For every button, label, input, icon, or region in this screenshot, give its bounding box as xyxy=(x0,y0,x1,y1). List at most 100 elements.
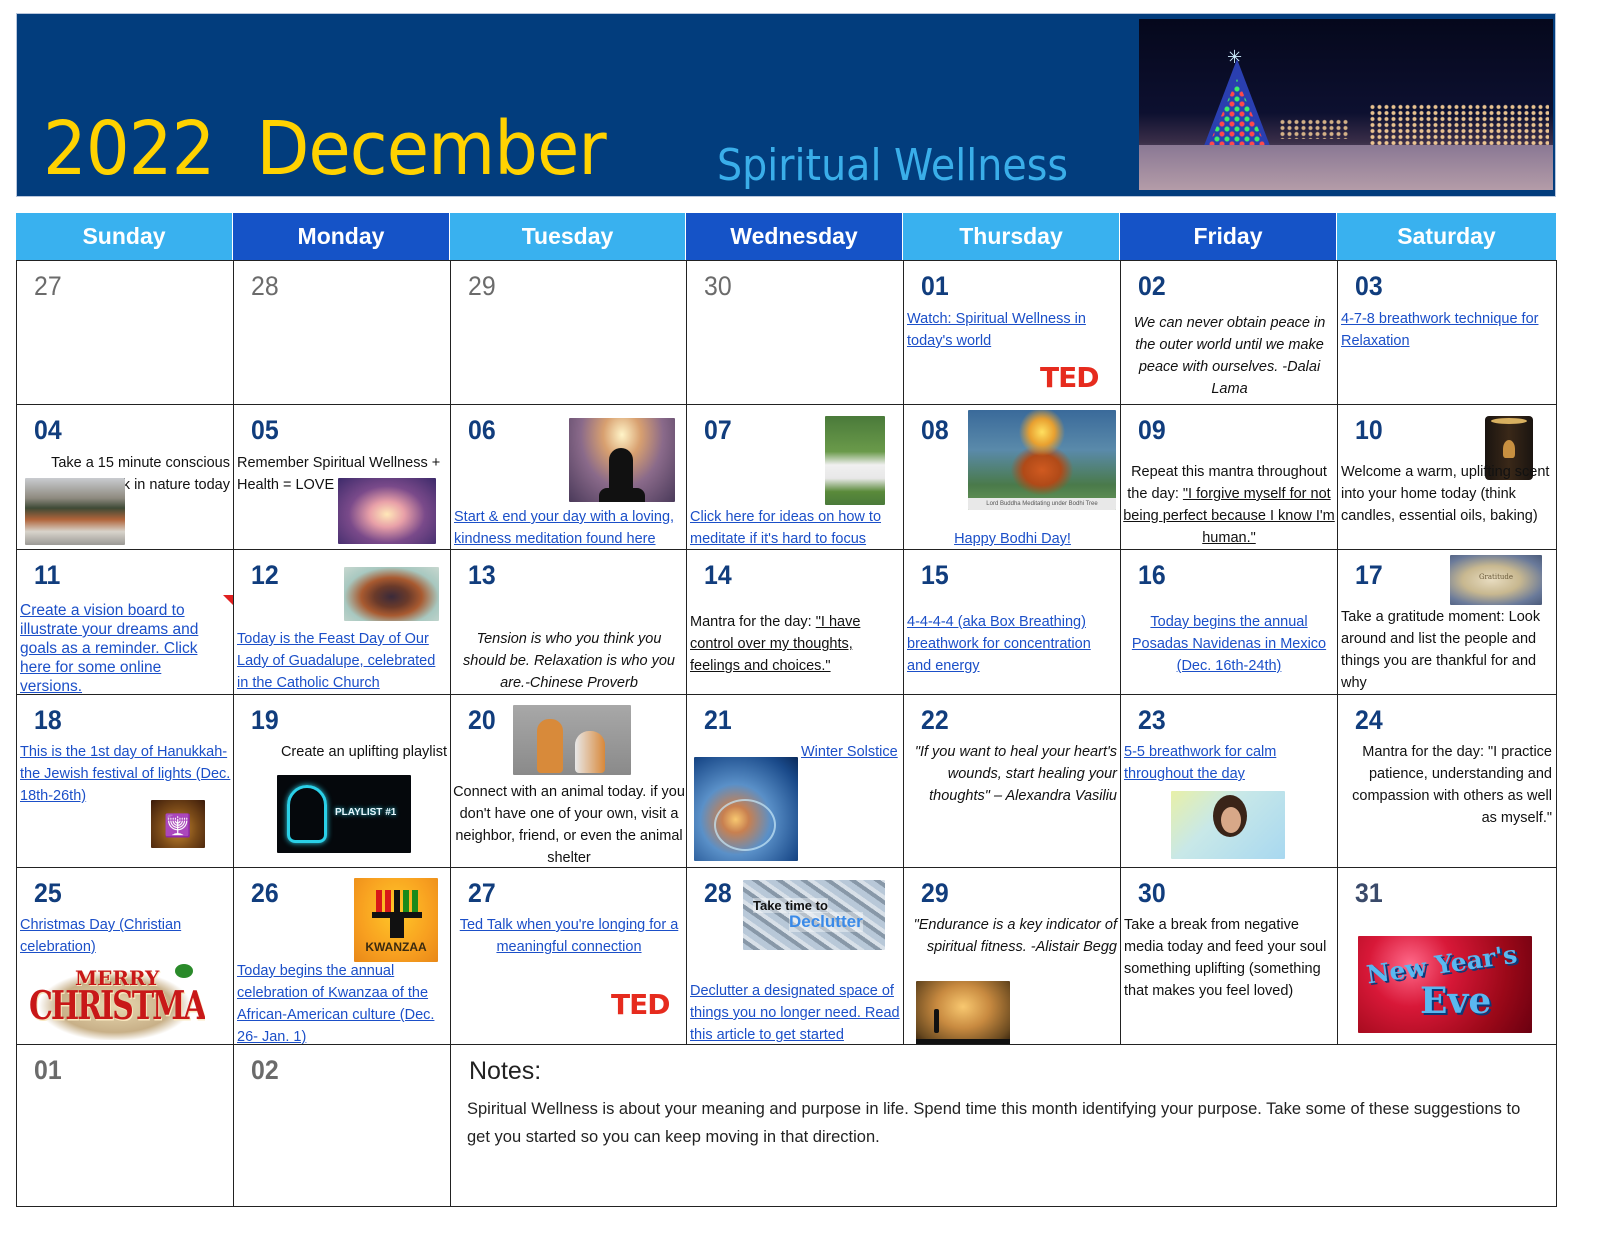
day-cell-dec-08: 08 Lord Buddha Meditating under Bodhi Tr… xyxy=(903,404,1121,550)
activity-text: Connect with an animal today. if you don… xyxy=(453,784,685,866)
comment-indicator-icon[interactable] xyxy=(223,595,233,605)
ted-logo-icon: TED xyxy=(1040,361,1099,394)
day-number: 27 xyxy=(34,271,62,301)
gratitude-stone-photo: Gratitude xyxy=(1450,555,1542,605)
declutter-article-link[interactable]: Declutter a designated space of things y… xyxy=(690,980,902,1044)
notes-title: Notes: xyxy=(469,1057,542,1085)
day-cell-dec-01: 01 Watch: Spiritual Wellness in today's … xyxy=(903,260,1121,405)
day-cell-nov-28: 28 xyxy=(233,260,451,405)
daily-quote: "Endurance is a key indicator of spiritu… xyxy=(913,917,1117,955)
calendar-grid: Sunday Monday Tuesday Wednesday Thursday… xyxy=(16,213,1557,1207)
menorah-image: 🕎 xyxy=(151,800,205,848)
bodhi-day-link[interactable]: Happy Bodhi Day! xyxy=(905,528,1120,549)
day-cell-dec-20: 20 Connect with an animal today. if you … xyxy=(450,694,687,868)
day-number: 27 xyxy=(468,878,496,908)
hanukkah-link[interactable]: This is the 1st day of Hanukkah- the Jew… xyxy=(20,741,232,807)
day-number: 29 xyxy=(921,878,949,908)
two-cats-photo xyxy=(513,705,631,775)
kindness-chakra-meditation-image xyxy=(569,418,675,502)
christmas-day-link[interactable]: Christmas Day (Christian celebration) xyxy=(20,914,200,958)
day-cell-dec-17: 17 Gratitude Take a gratitude moment: Lo… xyxy=(1337,549,1557,695)
day-cell-dec-02: 02 We can never obtain peace in the oute… xyxy=(1120,260,1338,405)
weekday-header: Sunday Monday Tuesday Wednesday Thursday… xyxy=(16,213,1556,260)
kindness-meditation-link[interactable]: Start & end your day with a loving, kind… xyxy=(454,506,686,549)
day-number: 14 xyxy=(704,560,732,590)
day-number: 01 xyxy=(921,271,949,301)
day-number: 29 xyxy=(468,271,496,301)
day-number: 19 xyxy=(251,705,279,735)
meditation-ideas-link[interactable]: Click here for ideas on how to meditate … xyxy=(690,506,902,549)
day-number: 24 xyxy=(1355,705,1383,735)
day-number: 16 xyxy=(1138,560,1166,590)
weekday-saturday: Saturday xyxy=(1337,213,1556,260)
kwanzaa-kinara-image: KWANZAA xyxy=(354,878,438,962)
woman-breathing-photo xyxy=(1171,791,1285,859)
day-number: 25 xyxy=(34,878,62,908)
header-banner: 2022 December Spiritual Wellness ✳ xyxy=(16,13,1556,197)
spiritual-wellness-video-link[interactable]: Watch: Spiritual Wellness in today's wor… xyxy=(907,308,1112,352)
weekday-wednesday: Wednesday xyxy=(686,213,903,260)
buddha-under-bodhi-tree-image: Lord Buddha Meditating under Bodhi Tree xyxy=(968,410,1116,510)
daily-quote: "If you want to heal your heart's wounds… xyxy=(914,744,1117,804)
man-meditating-photo xyxy=(825,416,885,505)
page-subtitle: Spiritual Wellness xyxy=(717,140,1068,191)
day-number: 23 xyxy=(1138,705,1166,735)
day-cell-dec-04: 04 Take a 15 minute conscious walk in na… xyxy=(16,404,234,550)
day-number: 02 xyxy=(251,1055,279,1085)
daily-quote: Tension is who you think you should be. … xyxy=(463,631,675,691)
runner-silhouette-photo xyxy=(916,981,1010,1044)
winter-solstice-link[interactable]: Winter Solstice xyxy=(801,741,898,763)
day-number: 15 xyxy=(921,560,949,590)
day-cell-dec-28: 28 Take time to Declutter Declutter a de… xyxy=(686,867,904,1045)
day-number: 28 xyxy=(251,271,279,301)
weekday-friday: Friday xyxy=(1120,213,1337,260)
day-number: 08 xyxy=(921,415,949,445)
day-cell-dec-09: 09 Repeat this mantra throughout the day… xyxy=(1120,404,1338,550)
headphones-playlist-image: PLAYLIST #1 xyxy=(277,775,411,853)
nature-river-photo xyxy=(25,478,125,545)
day-number: 20 xyxy=(468,705,496,735)
breathwork-55-link[interactable]: 5-5 breathwork for calm throughout the d… xyxy=(1124,741,1294,785)
posadas-navidenas-link[interactable]: Today begins the annual Posadas Navidena… xyxy=(1124,611,1334,677)
kwanzaa-link[interactable]: Today begins the annual celebration of K… xyxy=(237,960,447,1044)
day-cell-dec-29: 29 "Endurance is a key indicator of spir… xyxy=(903,867,1121,1045)
day-number: 10 xyxy=(1355,415,1383,445)
image-caption: Lord Buddha Meditating under Bodhi Tree xyxy=(968,498,1116,510)
day-number: 07 xyxy=(704,415,732,445)
day-cell-dec-27: 27 Ted Talk when you're longing for a me… xyxy=(450,867,687,1045)
day-number: 13 xyxy=(468,560,496,590)
day-number: 02 xyxy=(1138,271,1166,301)
day-number: 12 xyxy=(251,560,279,590)
notes-section: Notes: Spiritual Wellness is about your … xyxy=(450,1044,1557,1207)
day-number: 18 xyxy=(34,705,62,735)
day-cell-nov-27: 27 xyxy=(16,260,234,405)
day-cell-dec-12: 12 Today is the Feast Day of Our Lady of… xyxy=(233,549,451,695)
weekday-sunday: Sunday xyxy=(16,213,233,260)
day-number: 09 xyxy=(1138,415,1166,445)
day-number: 26 xyxy=(251,878,279,908)
day-number: 03 xyxy=(1355,271,1383,301)
day-cell-dec-13: 13 Tension is who you think you should b… xyxy=(450,549,687,695)
day-number: 30 xyxy=(1138,878,1166,908)
box-breathing-link[interactable]: 4-4-4-4 (aka Box Breathing) breathwork f… xyxy=(907,611,1117,677)
day-number: 04 xyxy=(34,415,62,445)
day-cell-dec-16: 16 Today begins the annual Posadas Navid… xyxy=(1120,549,1338,695)
weekday-monday: Monday xyxy=(233,213,450,260)
page-title: 2022 December xyxy=(43,106,607,192)
notes-body: Spiritual Wellness is about your meaning… xyxy=(467,1100,1521,1146)
day-number: 30 xyxy=(704,271,732,301)
guadalupe-feast-link[interactable]: Today is the Feast Day of Our Lady of Gu… xyxy=(237,628,449,694)
new-years-eve-image: New Year's Eve xyxy=(1358,936,1532,1033)
ted-logo-icon: TED xyxy=(611,988,670,1021)
day-cell-dec-10: 10 Welcome a warm, uplifting scent into … xyxy=(1337,404,1557,550)
daily-quote: We can never obtain peace in the outer w… xyxy=(1133,315,1326,397)
day-number: 05 xyxy=(251,415,279,445)
breathwork-478-link[interactable]: 4-7-8 breathwork technique for Relaxatio… xyxy=(1341,308,1553,352)
winter-solstice-image xyxy=(694,757,798,861)
ted-talk-connection-link[interactable]: Ted Talk when you're longing for a meani… xyxy=(454,914,684,958)
day-number: 17 xyxy=(1355,560,1383,590)
day-cell-dec-30: 30 Take a break from negative media toda… xyxy=(1120,867,1338,1045)
vision-board-link[interactable]: Create a vision board to illustrate your… xyxy=(20,601,200,694)
day-cell-dec-22: 22 "If you want to heal your heart's wou… xyxy=(903,694,1121,868)
day-number: 11 xyxy=(34,560,61,590)
